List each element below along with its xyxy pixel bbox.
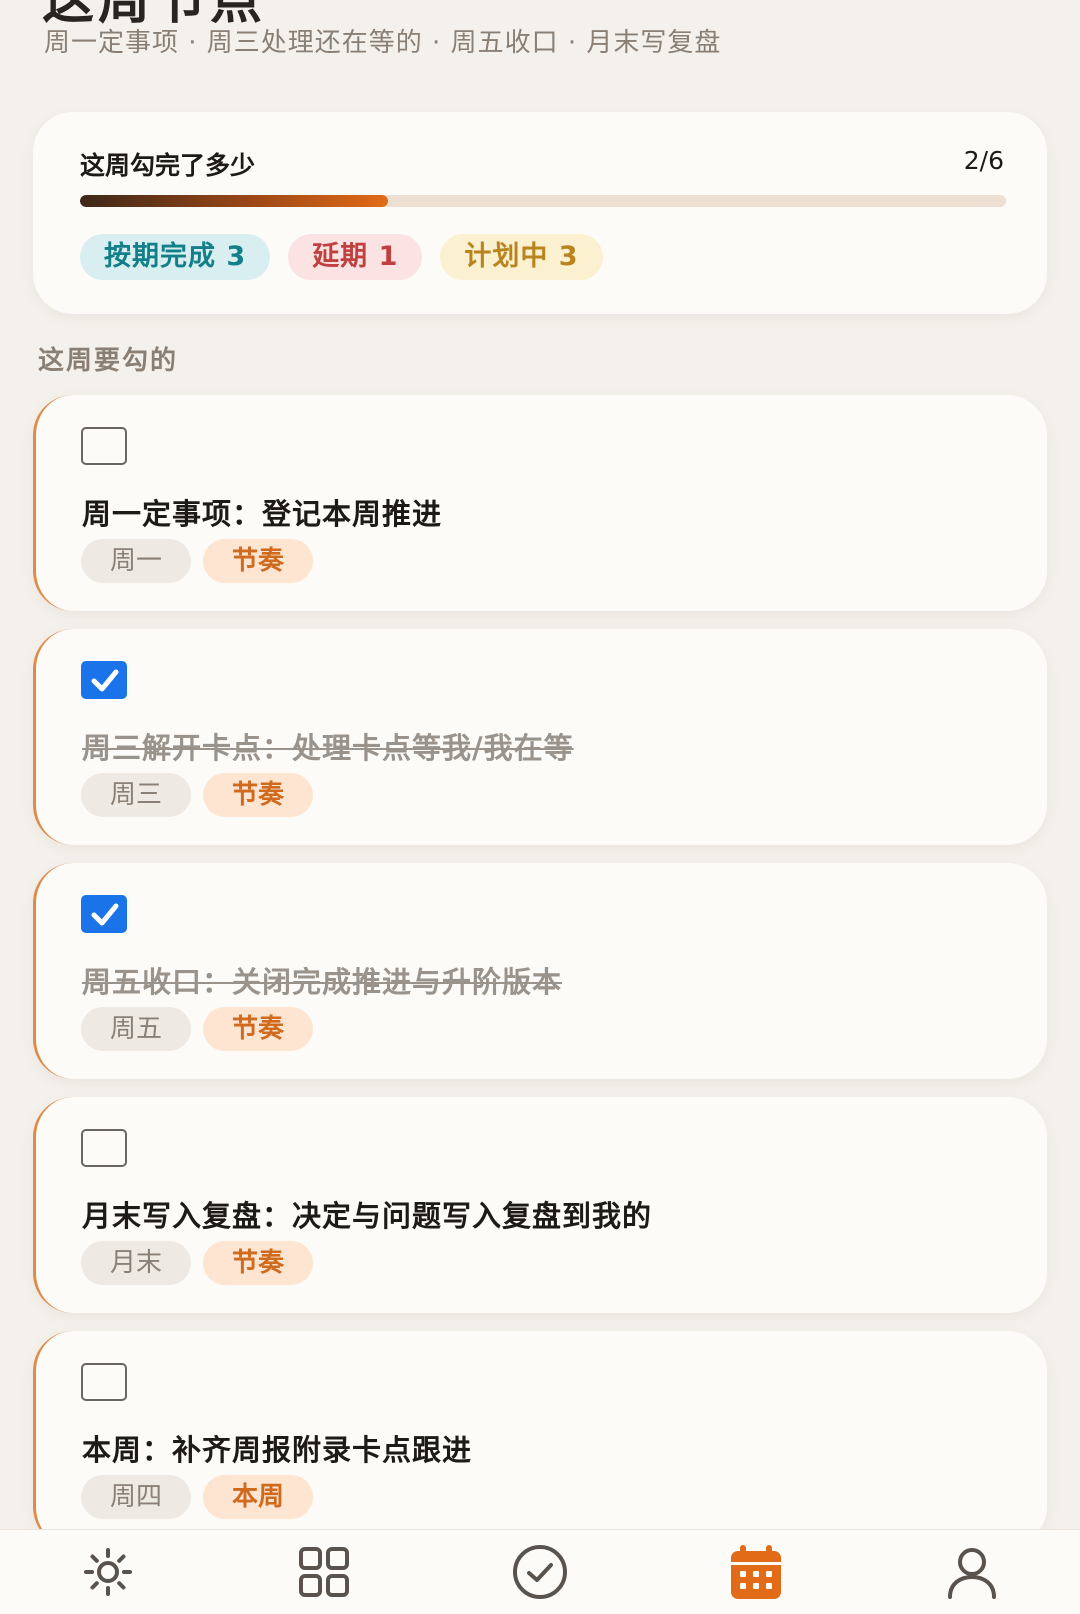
calendar-icon (731, 1545, 781, 1599)
progress-bar-fill (80, 195, 389, 207)
task-card[interactable]: 周一定事项：登记本周推进 周一 节奏 (33, 395, 1047, 611)
task-day-tag: 周一 (81, 539, 191, 583)
grid-icon (299, 1547, 349, 1597)
task-tags: 周三 节奏 (81, 773, 313, 817)
nav-item-grid[interactable] (284, 1530, 364, 1614)
progress-title: 这周勾完了多少 (80, 151, 256, 180)
task-title: 月末写入复盘：决定与问题写入复盘到我的 (82, 1199, 653, 1233)
progress-bar (80, 195, 1006, 207)
check-icon (91, 903, 119, 926)
task-type-tag: 节奏 (203, 1241, 313, 1285)
task-checkbox[interactable] (81, 1363, 127, 1401)
task-title: 周五收口：关闭完成推进与升阶版本 (82, 965, 563, 999)
task-type-tag: 节奏 (203, 1007, 313, 1051)
sun-icon (84, 1548, 132, 1596)
task-checkbox[interactable] (81, 895, 127, 933)
task-tags: 月末 节奏 (81, 1241, 313, 1285)
task-tags: 周五 节奏 (81, 1007, 313, 1051)
nav-item-tasks[interactable] (500, 1530, 580, 1614)
task-card[interactable]: 本周：补齐周报附录卡点跟进 周四 本周 (33, 1331, 1047, 1547)
task-day-tag: 周三 (81, 773, 191, 817)
task-tags: 周四 本周 (81, 1475, 313, 1519)
nav-item-profile[interactable] (932, 1530, 1012, 1614)
task-title: 周一定事项：登记本周推进 (82, 497, 443, 531)
task-day-tag: 周四 (81, 1475, 191, 1519)
task-type-tag: 节奏 (203, 773, 313, 817)
progress-count: 2/6 (963, 146, 1004, 175)
task-checkbox[interactable] (81, 1129, 127, 1167)
stat-chip-ontime[interactable]: 按期完成 3 (80, 234, 271, 280)
task-day-tag: 月末 (81, 1241, 191, 1285)
task-card[interactable]: 月末写入复盘：决定与问题写入复盘到我的 月末 节奏 (33, 1097, 1047, 1313)
page-subtitle: 周一定事项 · 周三处理还在等的 · 周五收口 · 月末写复盘 (44, 28, 722, 58)
section-label: 这周要勾的 (38, 346, 179, 376)
progress-card: 这周勾完了多少 2/6 按期完成 3 延期 1 计划中 3 (33, 112, 1047, 314)
task-type-tag: 本周 (203, 1475, 313, 1519)
task-day-tag: 周五 (81, 1007, 191, 1051)
nav-item-calendar[interactable] (716, 1530, 796, 1614)
task-title: 本周：补齐周报附录卡点跟进 (82, 1433, 473, 1467)
task-type-tag: 节奏 (203, 539, 313, 583)
check-circle-icon (513, 1545, 567, 1599)
stat-chip-planned[interactable]: 计划中 3 (440, 234, 603, 280)
task-checkbox[interactable] (81, 661, 127, 699)
bottom-nav (0, 1529, 1080, 1614)
task-card[interactable]: 周三解开卡点：处理卡点等我/我在等 周三 节奏 (33, 629, 1047, 845)
nav-item-sun[interactable] (68, 1530, 148, 1614)
task-tags: 周一 节奏 (81, 539, 313, 583)
stat-chips: 按期完成 3 延期 1 计划中 3 (80, 234, 603, 280)
task-title: 周三解开卡点：处理卡点等我/我在等 (82, 731, 574, 765)
task-card[interactable]: 周五收口：关闭完成推进与升阶版本 周五 节奏 (33, 863, 1047, 1079)
task-checkbox[interactable] (81, 427, 127, 465)
user-icon (948, 1548, 996, 1599)
stat-chip-delayed[interactable]: 延期 1 (288, 234, 423, 280)
check-icon (91, 669, 119, 692)
